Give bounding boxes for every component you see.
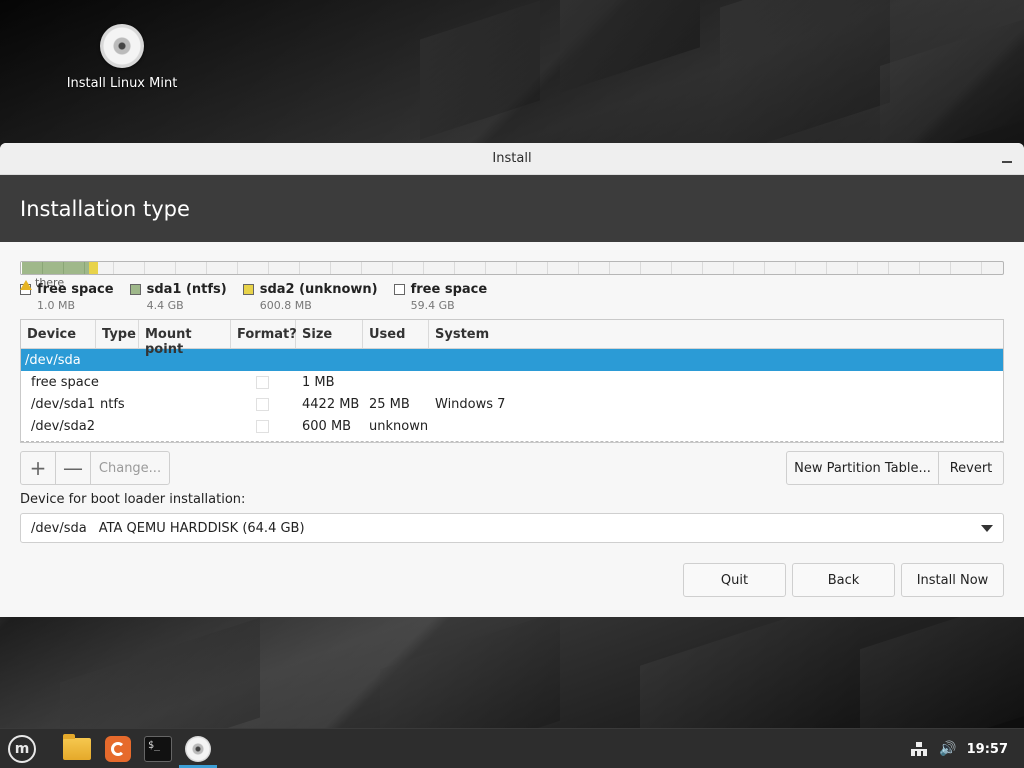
table-row[interactable]: /dev/sda1 ntfs 4422 MB 25 MB Windows 7 <box>21 393 1003 415</box>
legend-size: 4.4 GB <box>146 299 184 312</box>
legend-item: free space 59.4 GB <box>393 282 488 314</box>
cell-size: 4422 MB <box>302 396 360 412</box>
installer-taskbar-item[interactable] <box>180 733 216 765</box>
new-partition-table-button[interactable]: New Partition Table... <box>786 451 939 485</box>
background-tile <box>720 0 890 158</box>
legend-item: sda2 (unknown) 600.8 MB <box>242 282 378 314</box>
column-header-device[interactable]: Device <box>21 320 96 348</box>
linux-mint-logo-icon: m <box>8 735 36 763</box>
bootloader-device-select[interactable]: /dev/sda ATA QEMU HARDDISK (64.4 GB) <box>20 513 1004 543</box>
revert-button[interactable]: Revert <box>938 451 1004 485</box>
partition-segment-free-space <box>98 262 1003 274</box>
format-checkbox[interactable] <box>256 397 269 411</box>
partition-segment-sda1 <box>22 262 89 274</box>
bootloader-device-description: ATA QEMU HARDDISK (64.4 GB) <box>98 520 305 536</box>
installation-type-panel: free space 1.0 MB sda1 (ntfs) 4.4 GB sda… <box>0 242 1024 617</box>
partition-legend: free space 1.0 MB sda1 (ntfs) 4.4 GB sda… <box>20 282 503 314</box>
cell-size: 1 MB <box>302 374 335 390</box>
bootloader-device: /dev/sda <box>31 520 87 536</box>
installer-window: Install Installation type free space 1.0… <box>0 143 1024 617</box>
column-header-format[interactable]: Format? <box>231 320 297 348</box>
legend-swatch <box>129 284 141 295</box>
files-launcher[interactable] <box>59 733 95 765</box>
table-header: Device Type Mount point Format? Size Use… <box>21 320 1003 357</box>
desktop-icon-label: Install Linux Mint <box>66 76 178 91</box>
column-header-type[interactable]: Type <box>96 320 139 348</box>
background-tile <box>60 617 260 728</box>
legend-swatch <box>393 284 405 295</box>
legend-size: 59.4 GB <box>410 299 455 312</box>
format-checkbox[interactable] <box>256 375 269 389</box>
quit-button[interactable]: Quit <box>683 563 786 597</box>
taskbar: m $_ 🔊 19:57 <box>0 728 1024 768</box>
column-header-system[interactable]: System <box>429 320 1003 348</box>
partition-table: Device Type Mount point Format? Size Use… <box>20 319 1004 443</box>
desktop-icon-install-linux-mint[interactable]: Install Linux Mint <box>62 24 182 91</box>
terminal-launcher[interactable]: $_ <box>140 733 176 765</box>
cell-device: /dev/sda1 <box>31 396 95 412</box>
background-tile <box>420 0 540 140</box>
legend-item: sda1 (ntfs) 4.4 GB <box>129 282 227 314</box>
page-header: Installation type <box>0 175 1024 242</box>
legend-name: sda1 (ntfs) <box>146 282 227 297</box>
warning-text: there <box>35 276 65 289</box>
chevron-down-icon <box>981 525 993 532</box>
column-header-mount-point[interactable]: Mount point <box>139 320 231 357</box>
minimize-icon[interactable] <box>1000 151 1014 165</box>
table-scroll-edge <box>21 441 1003 442</box>
cell-system: Windows 7 <box>435 396 506 412</box>
legend-swatch <box>242 284 254 295</box>
legend-size: 600.8 MB <box>259 299 312 312</box>
cell-format <box>231 397 296 411</box>
network-icon[interactable] <box>911 742 928 756</box>
legend-size: 1.0 MB <box>37 299 76 312</box>
cell-used: 25 MB <box>369 396 410 412</box>
terminal-icon: $_ <box>144 736 172 762</box>
legend-name: sda2 (unknown) <box>259 282 378 297</box>
remove-partition-button[interactable]: — <box>55 451 91 485</box>
table-row[interactable]: /dev/sda2 600 MB unknown <box>21 415 1003 437</box>
background-tile <box>560 0 700 93</box>
cell-size: 600 MB <box>302 418 352 434</box>
disc-icon <box>100 24 144 68</box>
firefox-icon <box>105 736 131 762</box>
format-checkbox[interactable] <box>256 419 269 433</box>
cell-device: /dev/sda2 <box>31 418 95 434</box>
cell-format <box>231 419 296 433</box>
column-header-size[interactable]: Size <box>296 320 363 348</box>
cell-used: unknown <box>369 418 429 434</box>
change-partition-button[interactable]: Change... <box>90 451 170 485</box>
warning-tooltip: there <box>20 276 65 291</box>
disc-icon <box>185 736 211 762</box>
system-tray: 🔊 19:57 <box>911 729 1024 768</box>
table-row[interactable]: free space 1 MB <box>21 371 1003 393</box>
cell-format <box>231 375 296 389</box>
folder-icon <box>63 734 91 760</box>
window-titlebar[interactable]: Install <box>0 143 1024 175</box>
cell-device: /dev/sda <box>25 352 81 368</box>
cell-type: ntfs <box>100 396 125 412</box>
install-now-button[interactable]: Install Now <box>901 563 1004 597</box>
back-button[interactable]: Back <box>792 563 895 597</box>
menu-button[interactable]: m <box>4 733 40 765</box>
add-partition-button[interactable]: + <box>20 451 56 485</box>
cell-device: free space <box>31 374 99 390</box>
bootloader-label: Device for boot loader installation: <box>20 492 246 507</box>
firefox-launcher[interactable] <box>100 733 136 765</box>
warning-icon <box>20 279 32 290</box>
volume-icon[interactable]: 🔊 <box>939 741 956 757</box>
partition-bar <box>20 261 1004 275</box>
column-header-used[interactable]: Used <box>363 320 429 348</box>
background-tile <box>380 610 560 728</box>
clock[interactable]: 19:57 <box>967 742 1008 757</box>
partition-segment-sda2 <box>89 262 98 274</box>
window-title: Install <box>492 151 532 166</box>
page-title: Installation type <box>20 196 190 221</box>
legend-name: free space <box>410 282 488 297</box>
